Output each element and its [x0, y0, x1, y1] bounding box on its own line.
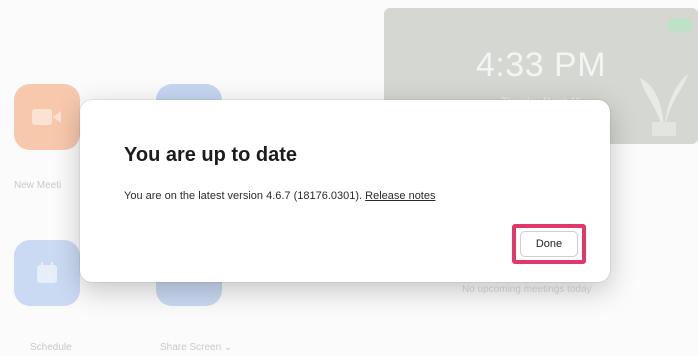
status-badge	[668, 18, 692, 32]
done-button[interactable]: Done	[520, 231, 578, 257]
video-camera-icon	[32, 109, 61, 125]
new-meeting-button[interactable]	[14, 84, 80, 150]
update-dialog: You are up to date You are on the latest…	[80, 100, 610, 282]
no-meetings-text: No upcoming meetings today	[462, 284, 592, 295]
done-button-highlight: Done	[512, 224, 586, 264]
schedule-label: Schedule	[30, 342, 72, 353]
release-notes-link[interactable]: Release notes	[365, 190, 435, 202]
plant-illustration-icon	[640, 74, 688, 136]
dialog-title: You are up to date	[124, 144, 297, 166]
dialog-message: You are on the latest version 4.6.7 (181…	[124, 190, 435, 202]
schedule-button[interactable]	[14, 240, 80, 306]
version-text: You are on the latest version 4.6.7 (181…	[124, 190, 366, 202]
calendar-icon	[37, 262, 57, 283]
share-screen-label: Share Screen ⌄	[160, 342, 233, 353]
new-meeting-label: New Meeti	[14, 180, 62, 191]
